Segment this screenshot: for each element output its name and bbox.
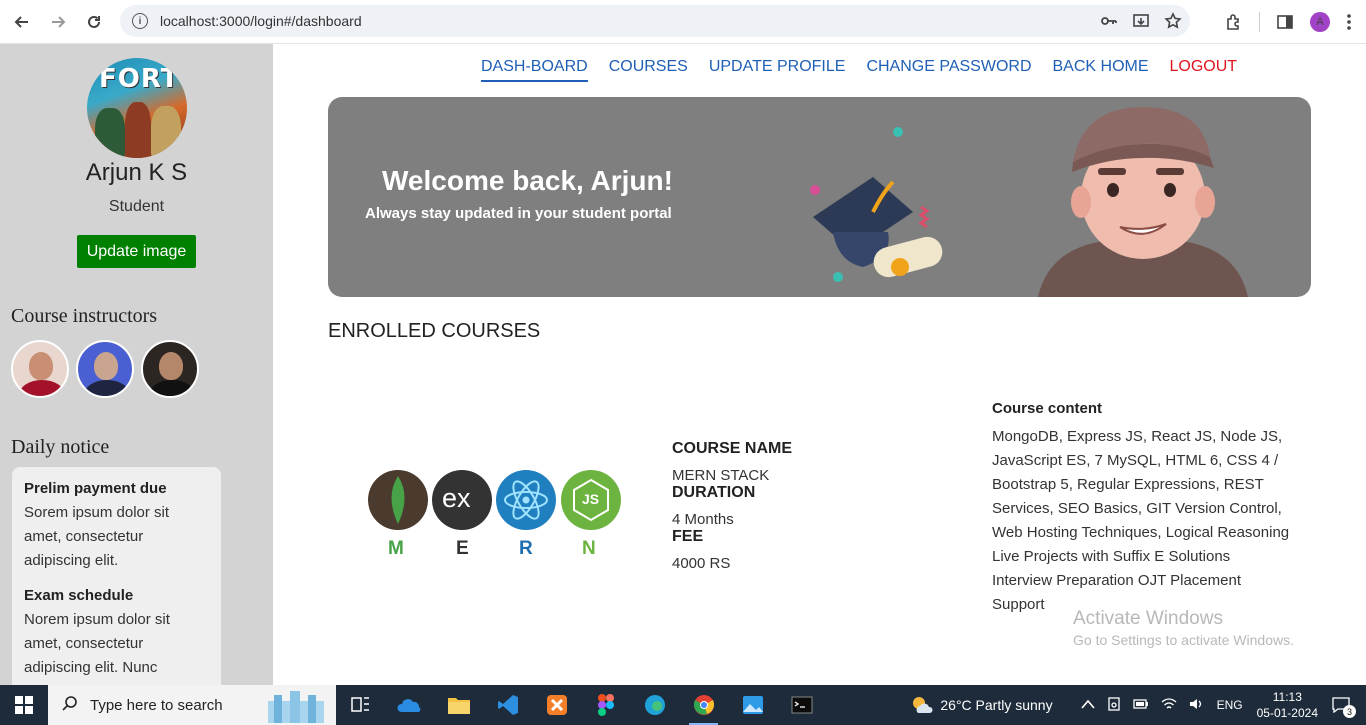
photos-icon[interactable]	[728, 685, 777, 725]
weather-text: 26°C Partly sunny	[940, 697, 1053, 713]
graduation-cap-illustration	[810, 127, 943, 282]
notification-count-badge: 3	[1343, 705, 1356, 718]
nav-courses[interactable]: COURSES	[609, 58, 688, 82]
extensions-icon[interactable]	[1225, 13, 1243, 31]
profile-picture-logo-text: FORT	[99, 64, 180, 94]
back-icon[interactable]	[4, 4, 40, 40]
password-key-icon[interactable]	[1100, 12, 1118, 30]
notice-body: Norem ipsum dolor sit amet, consectetur …	[24, 611, 170, 676]
nav-update-profile[interactable]: UPDATE PROFILE	[709, 58, 846, 82]
notice-body: Sorem ipsum dolor sit amet, consectetur …	[24, 504, 170, 569]
course-content-label: Course content	[992, 400, 1103, 417]
course-info: COURSE NAME MERN STACK DURATION 4 Months…	[672, 440, 792, 572]
nav-dashboard[interactable]: DASH-BOARD	[481, 58, 588, 82]
instructors-title: Course instructors	[11, 305, 158, 327]
duration-label: DURATION	[672, 484, 756, 501]
weather-widget[interactable]: 26°C Partly sunny	[910, 695, 1053, 715]
student-name: Arjun K S	[85, 159, 188, 186]
figma-icon[interactable]	[581, 685, 630, 725]
system-tray: 26°C Partly sunny ENG 11:13 05-01-2024 3	[910, 685, 1366, 725]
file-explorer-icon[interactable]	[434, 685, 483, 725]
welcome-banner: Welcome back, Arjun! Always stay updated…	[328, 97, 1311, 297]
install-app-icon[interactable]	[1132, 12, 1150, 30]
nav-change-password[interactable]: CHANGE PASSWORD	[866, 58, 1031, 82]
watermark-title: Activate Windows	[1073, 608, 1223, 629]
mern-letter-r: R	[519, 538, 533, 559]
xampp-icon[interactable]	[532, 685, 581, 725]
windows-taskbar: Type here to search 26°C Partly sunny EN…	[0, 685, 1366, 725]
bookmark-star-icon[interactable]	[1164, 12, 1182, 30]
mern-glyph-ex: ex	[442, 483, 471, 513]
notice-title: Daily notice	[11, 436, 110, 458]
fee-label: FEE	[672, 528, 704, 545]
meet-now-icon[interactable]	[1107, 696, 1121, 714]
url-text[interactable]: localhost:3000/login#/dashboard	[160, 13, 362, 29]
instructor-avatar-2[interactable]	[76, 340, 134, 398]
edge-icon[interactable]	[630, 685, 679, 725]
course-content-text: MongoDB, Express JS, React JS, Node JS, …	[992, 428, 1290, 613]
fee-value: 4000 RS	[672, 555, 731, 572]
taskbar-search[interactable]: Type here to search	[48, 685, 336, 725]
partly-sunny-icon	[913, 697, 933, 713]
toolbar-divider	[1259, 12, 1260, 32]
search-highlight-icon	[268, 691, 324, 723]
update-image-button[interactable]: Update image	[77, 235, 196, 268]
language-indicator[interactable]: ENG	[1217, 698, 1243, 712]
side-panel-icon[interactable]	[1276, 13, 1294, 31]
instructor-avatar-1[interactable]	[11, 340, 69, 398]
windows-start-icon[interactable]	[0, 685, 48, 725]
address-bar[interactable]: i localhost:3000/login#/dashboard	[120, 5, 1190, 37]
mern-stack-logo: M ex E R JS N	[367, 468, 623, 563]
terminal-icon[interactable]	[777, 685, 826, 725]
wifi-icon[interactable]	[1161, 697, 1177, 713]
welcome-title: Welcome back, Arjun!	[382, 165, 673, 196]
course-name-label: COURSE NAME	[672, 440, 793, 457]
notification-icon[interactable]: 3	[1330, 694, 1356, 718]
browser-toolbar: i localhost:3000/login#/dashboard A	[0, 0, 1366, 44]
chevron-up-icon[interactable]	[1080, 698, 1095, 712]
top-navigation: DASH-BOARD COURSES UPDATE PROFILE CHANGE…	[481, 58, 1237, 82]
student-role: Student	[108, 198, 165, 215]
search-icon	[62, 695, 78, 716]
volume-icon[interactable]	[1189, 698, 1205, 713]
instructor-avatar-3[interactable]	[141, 340, 199, 398]
battery-icon[interactable]	[1132, 698, 1149, 713]
welcome-subtitle: Always stay updated in your student port…	[365, 205, 672, 222]
notice-heading: Prelim payment due	[24, 480, 167, 497]
clock[interactable]: 11:13 05-01-2024	[1257, 689, 1318, 721]
activate-windows-watermark: Activate Windows Go to Settings to activ…	[1073, 608, 1294, 648]
vscode-icon[interactable]	[483, 685, 532, 725]
course-name-value: MERN STACK	[672, 467, 770, 484]
student-avatar-illustration	[1038, 107, 1248, 297]
forward-icon[interactable]	[40, 4, 76, 40]
course-content: Course content MongoDB, Express JS, Reac…	[992, 400, 1292, 617]
watermark-subtitle: Go to Settings to activate Windows.	[1073, 632, 1294, 648]
profile-avatar[interactable]: A	[1310, 12, 1330, 32]
chrome-icon[interactable]	[679, 685, 728, 725]
notice-card: Prelim payment due Sorem ipsum dolor sit…	[12, 467, 221, 685]
sidebar: FORT Arjun K S Student Update image Cour…	[0, 44, 273, 685]
mern-letter-m: M	[388, 538, 404, 559]
clock-time: 11:13	[1272, 690, 1302, 704]
mern-glyph-js: JS	[582, 491, 600, 507]
reload-icon[interactable]	[76, 4, 112, 40]
enrolled-courses-title: ENROLLED COURSES	[328, 320, 541, 342]
search-placeholder: Type here to search	[90, 696, 223, 714]
onedrive-icon[interactable]	[385, 685, 434, 725]
menu-kebab-icon[interactable]	[1346, 13, 1352, 31]
duration-value: 4 Months	[672, 511, 734, 528]
nav-back-home[interactable]: BACK HOME	[1053, 58, 1149, 82]
clock-date: 05-01-2024	[1256, 706, 1318, 720]
task-view-icon[interactable]	[336, 685, 385, 725]
site-info-icon[interactable]: i	[132, 13, 148, 29]
nav-logout[interactable]: LOGOUT	[1170, 58, 1238, 82]
mern-letter-e: E	[456, 538, 469, 559]
profile-picture: FORT	[87, 58, 187, 158]
mern-letter-n: N	[582, 538, 596, 559]
notice-heading: Exam schedule	[24, 587, 134, 604]
